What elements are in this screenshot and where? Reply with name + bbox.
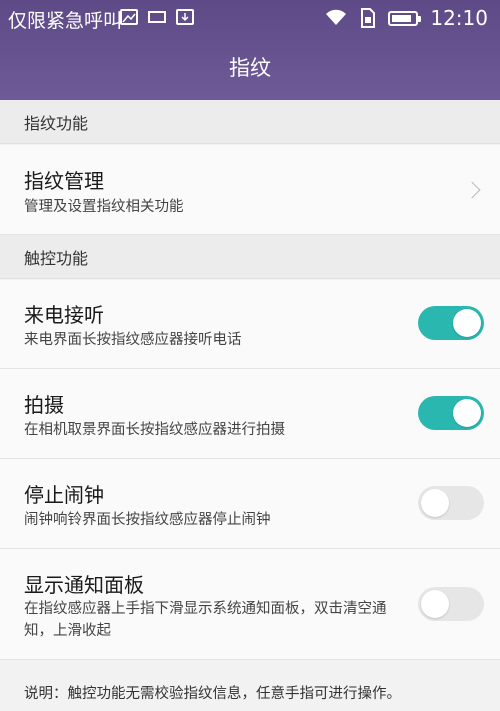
notification-panel-title: 显示通知面板 bbox=[24, 573, 144, 597]
toggle-knob bbox=[453, 399, 481, 427]
status-icons-right: 12:10 bbox=[324, 6, 488, 30]
section-header-fingerprint: 指纹功能 bbox=[0, 100, 500, 144]
explanation-note: 说明：触控功能无需校验指纹信息，任意手指可进行操作。 bbox=[24, 686, 401, 702]
capture-title: 拍摄 bbox=[24, 393, 64, 417]
section-header-touch: 触控功能 bbox=[0, 235, 500, 279]
stop-alarm-title: 停止闹钟 bbox=[24, 483, 104, 507]
clock: 12:10 bbox=[430, 6, 488, 30]
capture-toggle[interactable] bbox=[418, 396, 484, 430]
stop-alarm-toggle[interactable] bbox=[418, 486, 484, 520]
chevron-right-icon bbox=[463, 181, 481, 199]
header-bar: 仅限紧急呼叫 12:10 指纹 bbox=[0, 0, 500, 100]
carrier-text: 仅限紧急呼叫 bbox=[8, 10, 123, 32]
answer-call-toggle[interactable] bbox=[418, 306, 484, 340]
toggle-row-stop-alarm[interactable]: 停止闹钟 闹钟响铃界面长按指纹感应器停止闹钟 bbox=[0, 459, 500, 549]
capture-subtitle: 在相机取景界面长按指纹感应器进行拍摄 bbox=[24, 422, 285, 438]
fingerprint-manage-row[interactable]: 指纹管理 管理及设置指纹相关功能 bbox=[0, 145, 500, 235]
toggle-row-notification-panel[interactable]: 显示通知面板 在指纹感应器上手指下滑显示系统通知面板，双击清空通知，上滑收起 bbox=[0, 549, 500, 660]
battery-icon bbox=[388, 10, 422, 26]
answer-call-subtitle: 来电界面长按指纹感应器接听电话 bbox=[24, 332, 242, 348]
stop-alarm-subtitle: 闹钟响铃界面长按指纹感应器停止闹钟 bbox=[24, 512, 271, 528]
fingerprint-manage-subtitle: 管理及设置指纹相关功能 bbox=[24, 199, 184, 215]
notification-panel-subtitle: 在指纹感应器上手指下滑显示系统通知面板，双击清空通知，上滑收起 bbox=[24, 601, 387, 639]
keyboard-icon bbox=[148, 11, 166, 23]
toggle-row-capture[interactable]: 拍摄 在相机取景界面长按指纹感应器进行拍摄 bbox=[0, 369, 500, 459]
fingerprint-manage-title: 指纹管理 bbox=[24, 169, 104, 193]
status-bar: 仅限紧急呼叫 12:10 bbox=[0, 0, 500, 36]
sim-icon bbox=[361, 8, 376, 28]
answer-call-title: 来电接听 bbox=[24, 303, 104, 327]
download-icon bbox=[176, 9, 194, 25]
toggle-row-answer-call[interactable]: 来电接听 来电界面长按指纹感应器接听电话 bbox=[0, 280, 500, 369]
wifi-icon bbox=[326, 9, 347, 25]
toggle-knob bbox=[421, 590, 449, 618]
image-icon bbox=[120, 9, 138, 25]
page-title: 指纹 bbox=[229, 56, 271, 80]
toggle-knob bbox=[453, 309, 481, 337]
toggle-knob bbox=[421, 489, 449, 517]
status-icons-left bbox=[120, 9, 194, 25]
notification-panel-toggle[interactable] bbox=[418, 587, 484, 621]
